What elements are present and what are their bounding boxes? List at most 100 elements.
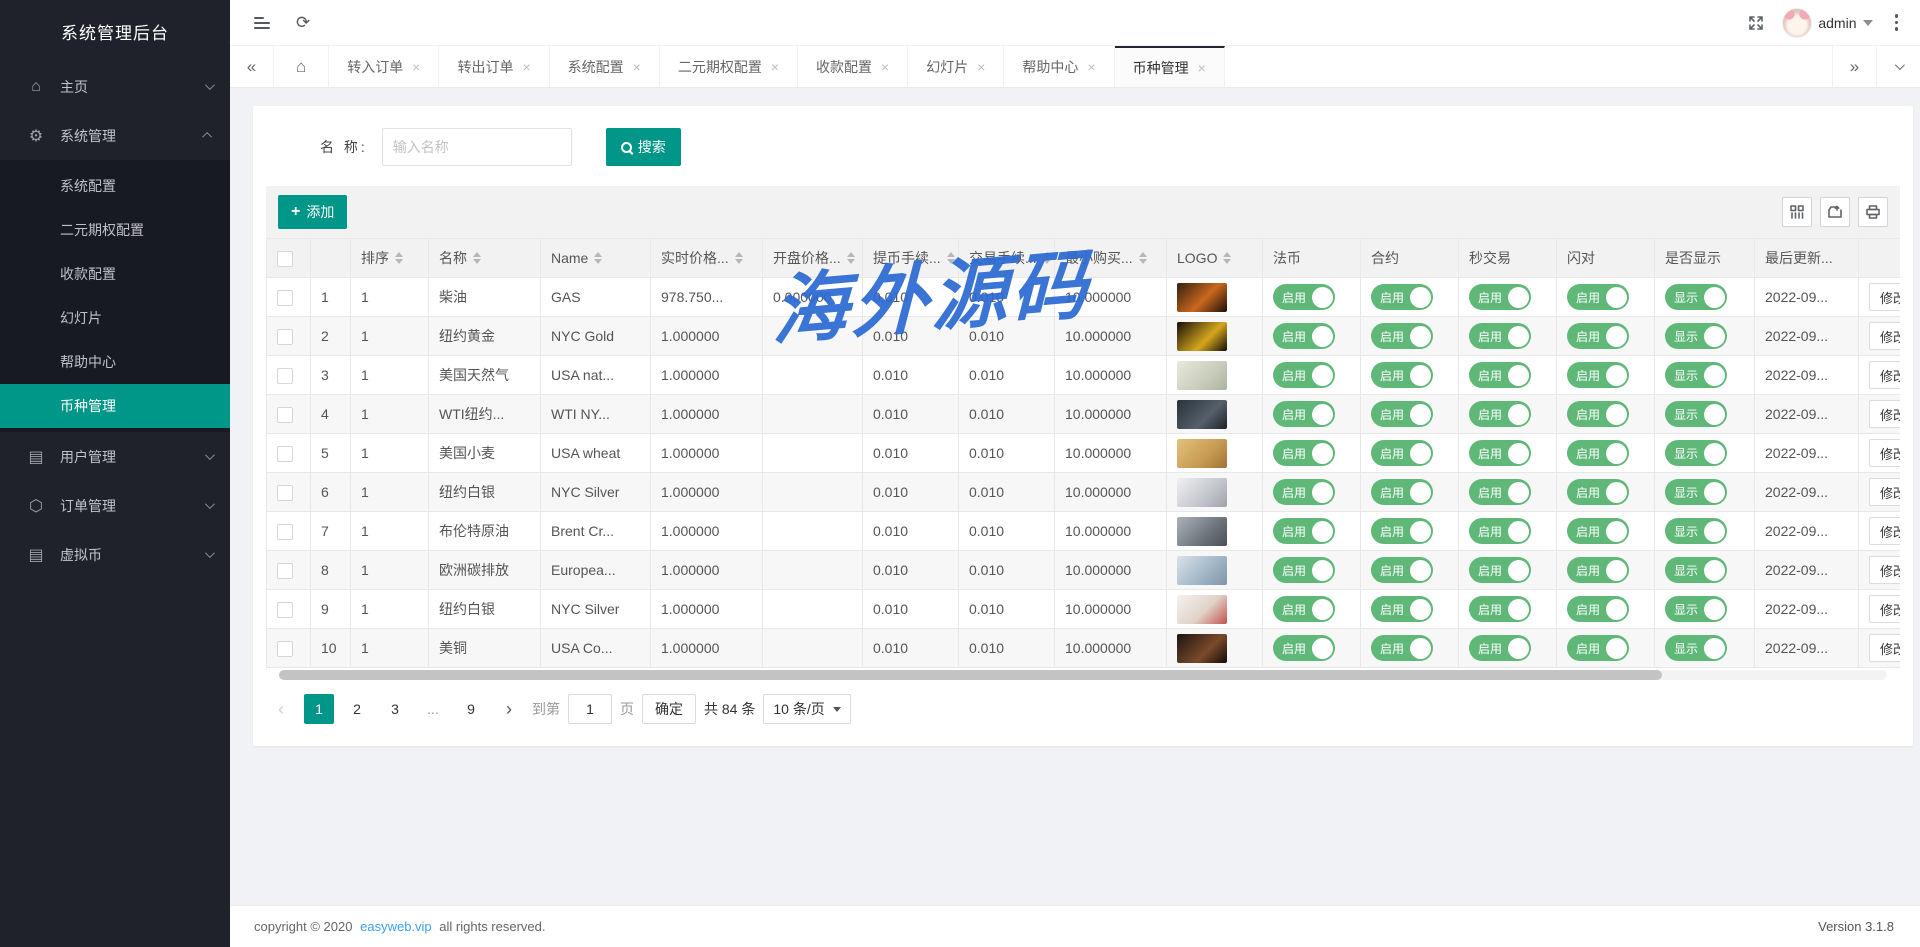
tab-payment-config[interactable]: 收款配置× xyxy=(798,46,908,87)
visible-toggle[interactable]: 显示 xyxy=(1665,440,1727,466)
tabs-scroll-left-icon[interactable]: « xyxy=(230,46,274,87)
modify-button[interactable]: 修改 xyxy=(1869,322,1900,350)
export-icon[interactable] xyxy=(1820,197,1850,227)
row-checkbox[interactable] xyxy=(277,563,293,579)
sort-icon[interactable] xyxy=(1223,252,1231,264)
visible-toggle[interactable]: 显示 xyxy=(1665,401,1727,427)
tab-home[interactable]: ⌂ xyxy=(274,46,329,87)
collapse-sidebar-icon[interactable] xyxy=(254,17,270,29)
sidebar-subitem-slideshow[interactable]: 幻灯片 xyxy=(0,296,230,340)
tab-system-config[interactable]: 系统配置× xyxy=(550,46,660,87)
contract-toggle[interactable]: 启用 xyxy=(1371,557,1433,583)
page-button-1[interactable]: 1 xyxy=(304,694,334,724)
flash-swap-toggle[interactable]: 启用 xyxy=(1567,635,1629,661)
search-input[interactable] xyxy=(382,128,572,166)
tab-help-center[interactable]: 帮助中心× xyxy=(1004,46,1114,87)
fiat-toggle[interactable]: 启用 xyxy=(1273,284,1335,310)
goto-page-input[interactable] xyxy=(568,694,612,724)
add-button[interactable]: + 添加 xyxy=(278,195,347,229)
sidebar-subitem-binary-option-config[interactable]: 二元期权配置 xyxy=(0,208,230,252)
page-button-2[interactable]: 2 xyxy=(342,694,372,724)
second-trade-toggle[interactable]: 启用 xyxy=(1469,635,1531,661)
row-checkbox[interactable] xyxy=(277,329,293,345)
page-button-9[interactable]: 9 xyxy=(456,694,486,724)
fiat-toggle[interactable]: 启用 xyxy=(1273,362,1335,388)
sidebar-item-virtual-currency[interactable]: ▤虚拟币 xyxy=(0,530,230,579)
tab-currency-management[interactable]: 币种管理× xyxy=(1115,46,1225,87)
contract-toggle[interactable]: 启用 xyxy=(1371,596,1433,622)
sidebar-item-order-management[interactable]: ⬡订单管理 xyxy=(0,481,230,530)
flash-swap-toggle[interactable]: 启用 xyxy=(1567,284,1629,310)
contract-toggle[interactable]: 启用 xyxy=(1371,284,1433,310)
contract-toggle[interactable]: 启用 xyxy=(1371,401,1433,427)
contract-toggle[interactable]: 启用 xyxy=(1371,518,1433,544)
row-checkbox[interactable] xyxy=(277,602,293,618)
row-checkbox[interactable] xyxy=(277,524,293,540)
visible-toggle[interactable]: 显示 xyxy=(1665,362,1727,388)
modify-button[interactable]: 修改 xyxy=(1869,283,1900,311)
close-icon[interactable]: × xyxy=(1198,60,1206,76)
contract-toggle[interactable]: 启用 xyxy=(1371,479,1433,505)
modify-button[interactable]: 修改 xyxy=(1869,478,1900,506)
footer-link[interactable]: easyweb.vip xyxy=(360,919,432,934)
page-size-select[interactable]: 10 条/页 xyxy=(763,694,850,724)
contract-toggle[interactable]: 启用 xyxy=(1371,323,1433,349)
modify-button[interactable]: 修改 xyxy=(1869,517,1900,545)
close-icon[interactable]: × xyxy=(977,59,985,75)
fiat-toggle[interactable]: 启用 xyxy=(1273,401,1335,427)
close-icon[interactable]: × xyxy=(1087,59,1095,75)
fiat-toggle[interactable]: 启用 xyxy=(1273,479,1335,505)
second-trade-toggle[interactable]: 启用 xyxy=(1469,557,1531,583)
visible-toggle[interactable]: 显示 xyxy=(1665,323,1727,349)
modify-button[interactable]: 修改 xyxy=(1869,439,1900,467)
second-trade-toggle[interactable]: 启用 xyxy=(1469,440,1531,466)
flash-swap-toggle[interactable]: 启用 xyxy=(1567,479,1629,505)
visible-toggle[interactable]: 显示 xyxy=(1665,557,1727,583)
flash-swap-toggle[interactable]: 启用 xyxy=(1567,596,1629,622)
fiat-toggle[interactable]: 启用 xyxy=(1273,596,1335,622)
row-checkbox[interactable] xyxy=(277,368,293,384)
modify-button[interactable]: 修改 xyxy=(1869,361,1900,389)
contract-toggle[interactable]: 启用 xyxy=(1371,635,1433,661)
close-icon[interactable]: × xyxy=(881,59,889,75)
flash-swap-toggle[interactable]: 启用 xyxy=(1567,518,1629,544)
row-checkbox[interactable] xyxy=(277,485,293,501)
tab-binary-option-config[interactable]: 二元期权配置× xyxy=(660,46,798,87)
modify-button[interactable]: 修改 xyxy=(1869,634,1900,662)
second-trade-toggle[interactable]: 启用 xyxy=(1469,323,1531,349)
second-trade-toggle[interactable]: 启用 xyxy=(1469,362,1531,388)
close-icon[interactable]: × xyxy=(771,59,779,75)
row-checkbox[interactable] xyxy=(277,446,293,462)
fullscreen-icon[interactable] xyxy=(1748,15,1764,31)
close-icon[interactable]: × xyxy=(522,59,530,75)
row-checkbox[interactable] xyxy=(277,407,293,423)
search-button[interactable]: 搜索 xyxy=(606,128,681,166)
page-button-3[interactable]: 3 xyxy=(380,694,410,724)
flash-swap-toggle[interactable]: 启用 xyxy=(1567,323,1629,349)
tab-transfer-out[interactable]: 转出订单× xyxy=(439,46,549,87)
modify-button[interactable]: 修改 xyxy=(1869,595,1900,623)
user-menu[interactable]: admin xyxy=(1782,8,1872,38)
horizontal-scrollbar[interactable] xyxy=(279,670,1887,680)
visible-toggle[interactable]: 显示 xyxy=(1665,284,1727,310)
flash-swap-toggle[interactable]: 启用 xyxy=(1567,401,1629,427)
second-trade-toggle[interactable]: 启用 xyxy=(1469,401,1531,427)
columns-toggle-icon[interactable] xyxy=(1782,197,1812,227)
sidebar-subitem-payment-config[interactable]: 收款配置 xyxy=(0,252,230,296)
visible-toggle[interactable]: 显示 xyxy=(1665,479,1727,505)
flash-swap-toggle[interactable]: 启用 xyxy=(1567,362,1629,388)
sidebar-item-system[interactable]: ⚙系统管理 xyxy=(0,111,230,160)
visible-toggle[interactable]: 显示 xyxy=(1665,518,1727,544)
second-trade-toggle[interactable]: 启用 xyxy=(1469,596,1531,622)
sort-icon[interactable] xyxy=(473,252,481,264)
fiat-toggle[interactable]: 启用 xyxy=(1273,518,1335,544)
fiat-toggle[interactable]: 启用 xyxy=(1273,635,1335,661)
prev-page-icon[interactable]: ‹ xyxy=(266,694,296,724)
refresh-icon[interactable]: ⟳ xyxy=(296,14,310,31)
close-icon[interactable]: × xyxy=(412,59,420,75)
tabs-scroll-right-icon[interactable]: » xyxy=(1832,46,1876,87)
confirm-button[interactable]: 确定 xyxy=(642,694,696,724)
next-page-icon[interactable]: › xyxy=(494,694,524,724)
sidebar-subitem-help-center[interactable]: 帮助中心 xyxy=(0,340,230,384)
contract-toggle[interactable]: 启用 xyxy=(1371,440,1433,466)
